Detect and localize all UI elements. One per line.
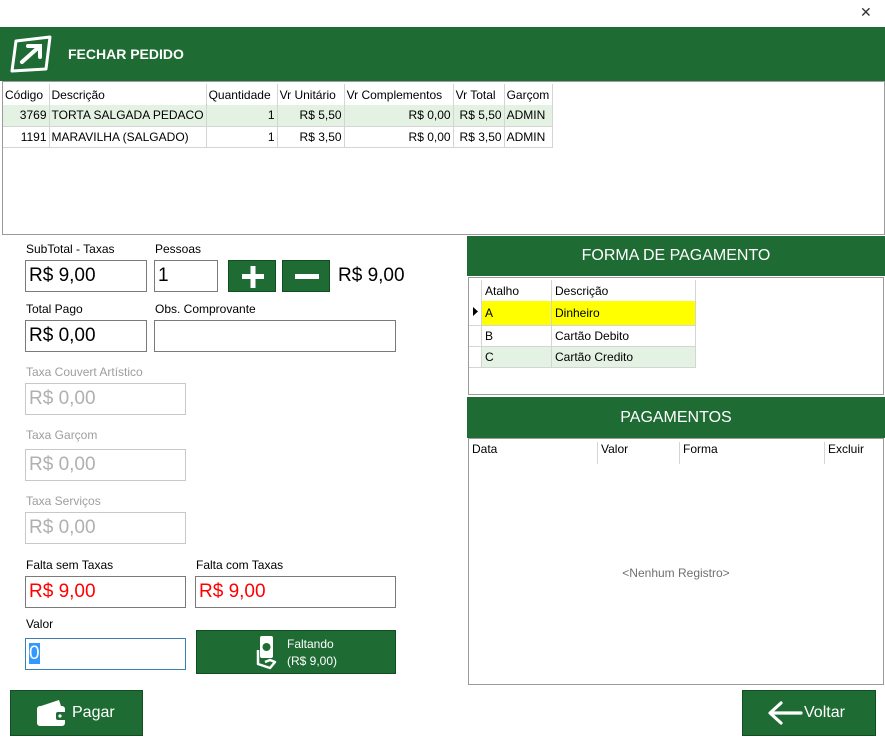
col-codigo[interactable]: Código xyxy=(3,84,50,105)
cell-codigo: 3769 xyxy=(3,105,50,127)
pay-header-row: Atalho Descrição xyxy=(469,280,696,301)
cell-atalho: A xyxy=(481,301,552,326)
faltando-button[interactable]: Faltando (R$ 9,00) xyxy=(196,630,396,674)
items-table: Código Descrição Quantidade Vr Unitário … xyxy=(3,84,553,148)
total-pago-label: Total Pago xyxy=(26,302,83,316)
subtotal-field[interactable]: R$ 9,00 xyxy=(25,260,147,292)
page-title: FECHAR PEDIDO xyxy=(68,46,184,62)
col-vr-total[interactable]: Vr Total xyxy=(453,84,505,105)
cell-descricao: Cartão Credito xyxy=(551,346,696,368)
cell-vr-total: R$ 5,50 xyxy=(453,105,505,127)
total-pago-field[interactable]: R$ 0,00 xyxy=(25,320,147,352)
logo-icon xyxy=(10,35,52,73)
cell-vr-unitario: R$ 3,50 xyxy=(277,126,345,148)
arrow-left-icon xyxy=(768,701,803,725)
valor-input[interactable]: 0 xyxy=(25,638,186,670)
col-vr-unitario[interactable]: Vr Unitário xyxy=(277,84,345,105)
cell-descricao: TORTA SALGADA PEDACO xyxy=(49,105,207,127)
obs-field[interactable] xyxy=(154,320,396,352)
row-indicator xyxy=(469,325,482,347)
valor-input-text: 0 xyxy=(29,643,40,664)
items-header-row: Código Descrição Quantidade Vr Unitário … xyxy=(3,84,553,105)
pagar-button[interactable]: Pagar xyxy=(10,690,143,736)
obs-label: Obs. Comprovante xyxy=(155,302,256,316)
col-vr-complementos[interactable]: Vr Complementos xyxy=(344,84,454,105)
faltando-text: Faltando (R$ 9,00) xyxy=(287,636,337,670)
cell-garcom: ADMIN xyxy=(504,105,553,127)
table-row[interactable]: 1191 MARAVILHA (SALGADO) 1 R$ 3,50 R$ 0,… xyxy=(3,126,553,148)
col-descricao[interactable]: Descrição xyxy=(551,280,696,301)
servicos-field: R$ 0,00 xyxy=(25,512,186,544)
col-atalho[interactable]: Atalho xyxy=(481,280,552,301)
cell-descricao: MARAVILHA (SALGADO) xyxy=(49,126,207,148)
per-person-value: R$ 9,00 xyxy=(338,265,405,286)
cell-vr-complementos: R$ 0,00 xyxy=(344,126,454,148)
col-excluir[interactable]: Excluir xyxy=(825,442,883,464)
col-forma[interactable]: Forma xyxy=(680,442,825,464)
list-item[interactable]: C Cartão Credito xyxy=(469,346,696,368)
col-valor[interactable]: Valor xyxy=(598,442,680,464)
list-item[interactable]: B Cartão Debito xyxy=(469,325,696,347)
col-descricao[interactable]: Descrição xyxy=(49,84,207,105)
falta-sem-field: R$ 9,00 xyxy=(25,576,186,608)
faltando-line1: Faltando xyxy=(287,637,334,651)
pagamentos-grid[interactable]: Data Valor Forma Excluir <Nenhum Registr… xyxy=(468,438,884,685)
cell-descricao: Dinheiro xyxy=(551,301,696,326)
empty-state: <Nenhum Registro> xyxy=(622,566,730,580)
falta-com-label: Falta com Taxas xyxy=(196,558,284,572)
cell-quantidade: 1 xyxy=(206,105,278,127)
row-pointer-icon xyxy=(469,301,482,326)
couvert-label: Taxa Couvert Artístico xyxy=(26,365,143,379)
col-data[interactable]: Data xyxy=(469,442,598,464)
garcom-tax-field: R$ 0,00 xyxy=(25,449,186,481)
servicos-label: Taxa Serviços xyxy=(26,494,101,508)
valor-label: Valor xyxy=(26,617,54,631)
forma-pagamento-header: FORMA DE PAGAMENTO xyxy=(467,236,885,276)
cell-vr-unitario: R$ 5,50 xyxy=(277,105,345,127)
cell-vr-complementos: R$ 0,00 xyxy=(344,105,454,127)
add-person-button[interactable] xyxy=(228,260,276,292)
header-bar: FECHAR PEDIDO xyxy=(0,27,885,81)
falta-sem-label: Falta sem Taxas xyxy=(26,558,114,572)
pay-indicator-col xyxy=(469,280,482,301)
money-hand-icon xyxy=(256,636,277,670)
pessoas-field[interactable]: 1 xyxy=(154,260,218,292)
minus-icon xyxy=(295,274,319,279)
list-item[interactable]: A Dinheiro xyxy=(469,301,696,326)
cell-codigo: 1191 xyxy=(3,126,50,148)
voltar-label: Voltar xyxy=(804,704,845,721)
items-grid[interactable]: Código Descrição Quantidade Vr Unitário … xyxy=(2,81,885,235)
row-indicator xyxy=(469,346,482,368)
cell-vr-total: R$ 3,50 xyxy=(453,126,505,148)
pagar-label: Pagar xyxy=(72,704,115,721)
cell-atalho: B xyxy=(481,325,552,347)
garcom-tax-label: Taxa Garçom xyxy=(26,428,98,442)
remove-person-button[interactable] xyxy=(282,260,330,292)
close-icon[interactable]: ✕ xyxy=(860,4,872,21)
cell-atalho: C xyxy=(481,346,552,368)
cell-garcom: ADMIN xyxy=(504,126,553,148)
forma-pagamento-table: Atalho Descrição A Dinheiro B Cartão Deb… xyxy=(469,280,696,368)
col-garcom[interactable]: Garçom xyxy=(504,84,553,105)
faltando-line2: (R$ 9,00) xyxy=(287,654,338,668)
pessoas-label: Pessoas xyxy=(155,242,202,256)
voltar-button[interactable]: Voltar xyxy=(742,690,876,736)
cell-descricao: Cartão Debito xyxy=(551,325,696,347)
table-row[interactable]: 3769 TORTA SALGADA PEDACO 1 R$ 5,50 R$ 0… xyxy=(3,105,553,127)
falta-com-field: R$ 9,00 xyxy=(195,576,396,608)
wallet-icon xyxy=(37,700,67,726)
pagamentos-header: PAGAMENTOS xyxy=(467,397,885,438)
col-quantidade[interactable]: Quantidade xyxy=(206,84,278,105)
cell-quantidade: 1 xyxy=(206,126,278,148)
forma-pagamento-grid[interactable]: Atalho Descrição A Dinheiro B Cartão Deb… xyxy=(468,277,884,395)
couvert-field: R$ 0,00 xyxy=(25,383,186,415)
subtotal-label: SubTotal - Taxas xyxy=(26,242,115,256)
plus-icon xyxy=(242,266,264,288)
